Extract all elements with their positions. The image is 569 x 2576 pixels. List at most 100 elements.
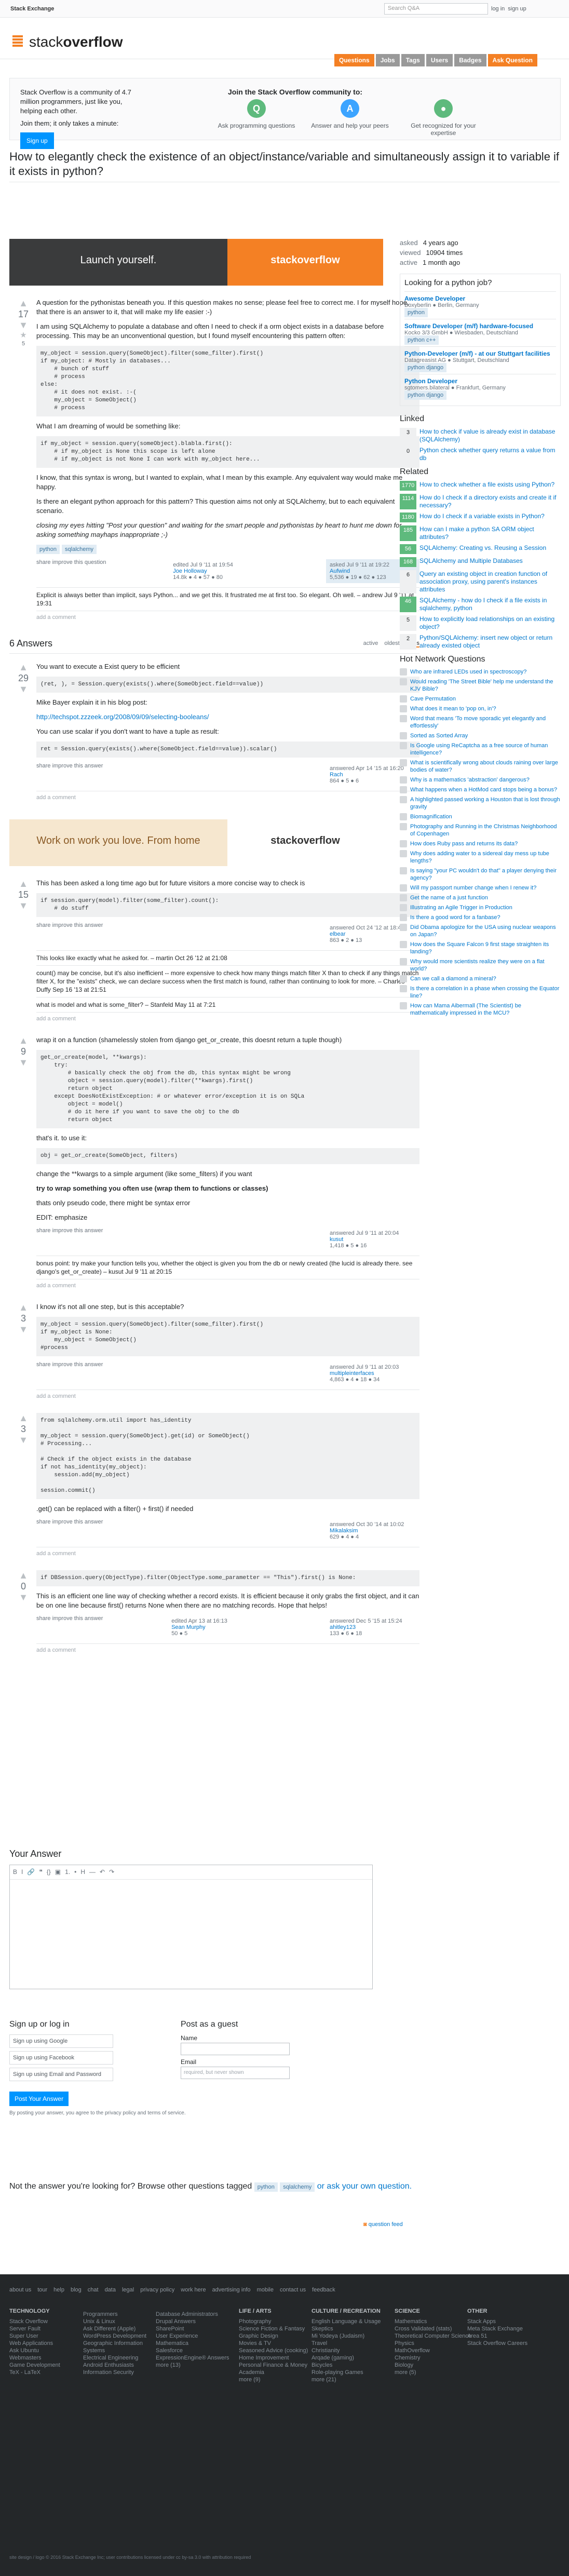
editor-toolbar-button[interactable]: 1. [65,1868,70,1876]
footer-site-link[interactable]: User Experience [156,2332,234,2340]
post-menu[interactable]: share improve this question [36,559,106,583]
add-comment-link[interactable]: add a comment [36,1390,419,1402]
related-item[interactable]: 46 SQLAlchemy - how do I check if a file … [400,597,561,612]
downvote-icon[interactable]: ▼ [15,900,32,911]
google-signup-button[interactable]: Sign up using Google [9,2034,113,2048]
footer-site-link[interactable]: Graphic Design [239,2332,317,2340]
answerer-link[interactable]: kusut [330,1236,416,1243]
blog-link[interactable]: http://techspot.zzzeek.org/2008/09/09/se… [36,713,209,721]
nav-jobs[interactable]: Jobs [375,54,400,66]
footer-site-link[interactable]: Information Security [83,2369,161,2376]
footer-site-link[interactable]: Ask Ubuntu [9,2347,87,2354]
answer-editor[interactable]: B I 🔗 ❝ {} ▣ 1. • H — ↶ ↷ [9,1865,373,1989]
editor-toolbar-button[interactable]: B [13,1868,17,1876]
footer-site-link[interactable]: Skeptics [311,2325,389,2332]
editor-toolbar-button[interactable]: ↶ [100,1868,105,1876]
answerer-link[interactable]: Mikalaksim [330,1528,416,1534]
upvote-icon[interactable]: ▲ [15,1570,32,1581]
footer-site-link[interactable]: Web Applications [9,2340,87,2347]
job-item[interactable]: Software Developer (m/f) hardware-focuse… [404,319,556,346]
footer-site-link[interactable]: English Language & Usage [311,2318,389,2325]
footer-site-link[interactable]: Christianity [311,2347,389,2354]
related-item[interactable]: 185 How can I make a python SA ORM object… [400,525,561,541]
hot-network-item[interactable]: What is scientifically wrong about cloud… [400,759,561,774]
footer-site-link[interactable]: Electrical Engineering [83,2354,161,2362]
job-item[interactable]: Awesome Developer Boxyberlin ● Berlin, Ge… [404,291,556,319]
footer-site-link[interactable]: Movies & TV [239,2340,317,2347]
editor-link[interactable]: Sean Murphy [171,1624,258,1630]
hot-network-item[interactable]: Is there a good word for a fanbase? [400,914,561,921]
upvote-icon[interactable]: ▲ [15,298,32,308]
email-field[interactable]: required, but never shown [181,2067,290,2079]
footer-site-link[interactable]: Theoretical Computer Science [395,2332,472,2340]
linked-item[interactable]: 0 Python check whether query returns a va… [400,447,561,462]
tag-python[interactable]: python [254,2182,278,2192]
footer-site-link[interactable]: Geographic Information Systems [83,2340,161,2354]
footer-link[interactable]: privacy policy [140,2287,174,2293]
hot-network-item[interactable]: What happens when a HotMod card stops be… [400,786,561,793]
footer-site-link[interactable]: Arqade (gaming) [311,2354,389,2362]
nav-badges[interactable]: Badges [454,54,486,66]
job-item[interactable]: Python Developer sgtomers.bilateral ● Fra… [404,374,556,401]
footer-site-link[interactable]: Home Improvement [239,2354,317,2362]
linked-item[interactable]: 3 How to check if value is already exist … [400,428,561,443]
footer-site-link[interactable]: more (9) [239,2376,317,2383]
hot-network-item[interactable]: Why is a mathematics 'abstraction' dange… [400,776,561,784]
add-comment-link[interactable]: add a comment [36,1279,419,1292]
hot-network-item[interactable]: Would reading 'The Street Bible' help me… [400,678,561,693]
nav-questions[interactable]: Questions [334,54,374,66]
related-item[interactable]: 1180 How do I check if a variable exists … [400,512,561,522]
stack-exchange-logo[interactable]: Stack Exchange [10,6,54,12]
footer-site-link[interactable]: Super User [9,2332,87,2340]
sign-up-link[interactable]: sign up [508,6,526,12]
footer-site-link[interactable]: TeX - LaTeX [9,2369,87,2376]
footer-site-link[interactable]: Bicycles [311,2362,389,2369]
editor-toolbar-button[interactable]: H [80,1868,85,1876]
editor-toolbar-button[interactable]: ▣ [55,1868,61,1876]
editor-toolbar-button[interactable]: 🔗 [27,1868,35,1876]
email-signup-button[interactable]: Sign up using Email and Password [9,2068,113,2081]
footer-link[interactable]: contact us [280,2287,306,2293]
footer-site-link[interactable]: Salesforce [156,2347,234,2354]
ad-banner[interactable]: Launch yourself. stackoverflow [9,239,419,286]
footer-site-link[interactable]: Stack Overflow Careers [467,2340,545,2347]
editor-toolbar-button[interactable]: ↷ [109,1868,114,1876]
add-comment-link[interactable]: add a comment [36,1013,419,1025]
footer-site-link[interactable]: Photography [239,2318,317,2325]
footer-site-link[interactable]: more (13) [156,2362,234,2369]
hot-network-item[interactable]: Word that means 'To move sporadic yet el… [400,715,561,730]
footer-site-link[interactable]: Game Development [9,2362,87,2369]
post-menu[interactable]: share improve this answer [36,1519,103,1543]
footer-site-link[interactable]: Cross Validated (stats) [395,2325,472,2332]
footer-site-link[interactable]: Academia [239,2369,317,2376]
editor-toolbar-button[interactable]: I [21,1868,23,1876]
footer-link[interactable]: tour [37,2287,47,2293]
hot-network-item[interactable]: Biomagnification [400,813,561,820]
footer-link[interactable]: mobile [257,2287,274,2293]
footer-site-link[interactable]: more (21) [311,2376,389,2383]
related-item[interactable]: 5 How to explicitly load relationships on… [400,615,561,631]
related-item[interactable]: 168 SQLAlchemy and Multiple Databases [400,557,561,567]
hot-network-item[interactable]: Who are infrared LEDs used in spectrosco… [400,668,561,676]
site-logo[interactable]: stackoverflow [10,33,123,51]
upvote-icon[interactable]: ▲ [15,1302,32,1313]
hero-signup-button[interactable]: Sign up [20,132,54,149]
add-comment-link[interactable]: add a comment [36,611,419,624]
footer-site-link[interactable]: Seasoned Advice (cooking) [239,2347,317,2354]
related-item[interactable]: 56 SQLAlchemy: Creating vs. Reusing a Ses… [400,544,561,554]
hot-network-item[interactable]: Will my passport number change when I re… [400,884,561,892]
footer-site-link[interactable]: Science Fiction & Fantasy [239,2325,317,2332]
related-item[interactable]: 6 Query an existing object in creation fu… [400,570,561,594]
related-item[interactable]: 2 Python/SQLAlchemy: insert new object or… [400,634,561,650]
question-feed-link[interactable]: ◙ question feed [363,2221,403,2228]
question-title[interactable]: How to elegantly check the existence of … [9,150,560,179]
hot-network-item[interactable]: How can Mama Aibermall (The Scientist) b… [400,1002,561,1017]
footer-site-link[interactable]: Personal Finance & Money [239,2362,317,2369]
favorite-star-icon[interactable]: ★ [15,330,32,341]
footer-site-link[interactable]: Unix & Linux [83,2318,161,2325]
hot-network-item[interactable]: How does the Square Falcon 9 first stage… [400,941,561,955]
footer-site-link[interactable]: Biology [395,2362,472,2369]
footer-link[interactable]: legal [122,2287,134,2293]
footer-site-link[interactable]: Physics [395,2340,472,2347]
tag-sqlalchemy[interactable]: sqlalchemy [280,2182,315,2192]
